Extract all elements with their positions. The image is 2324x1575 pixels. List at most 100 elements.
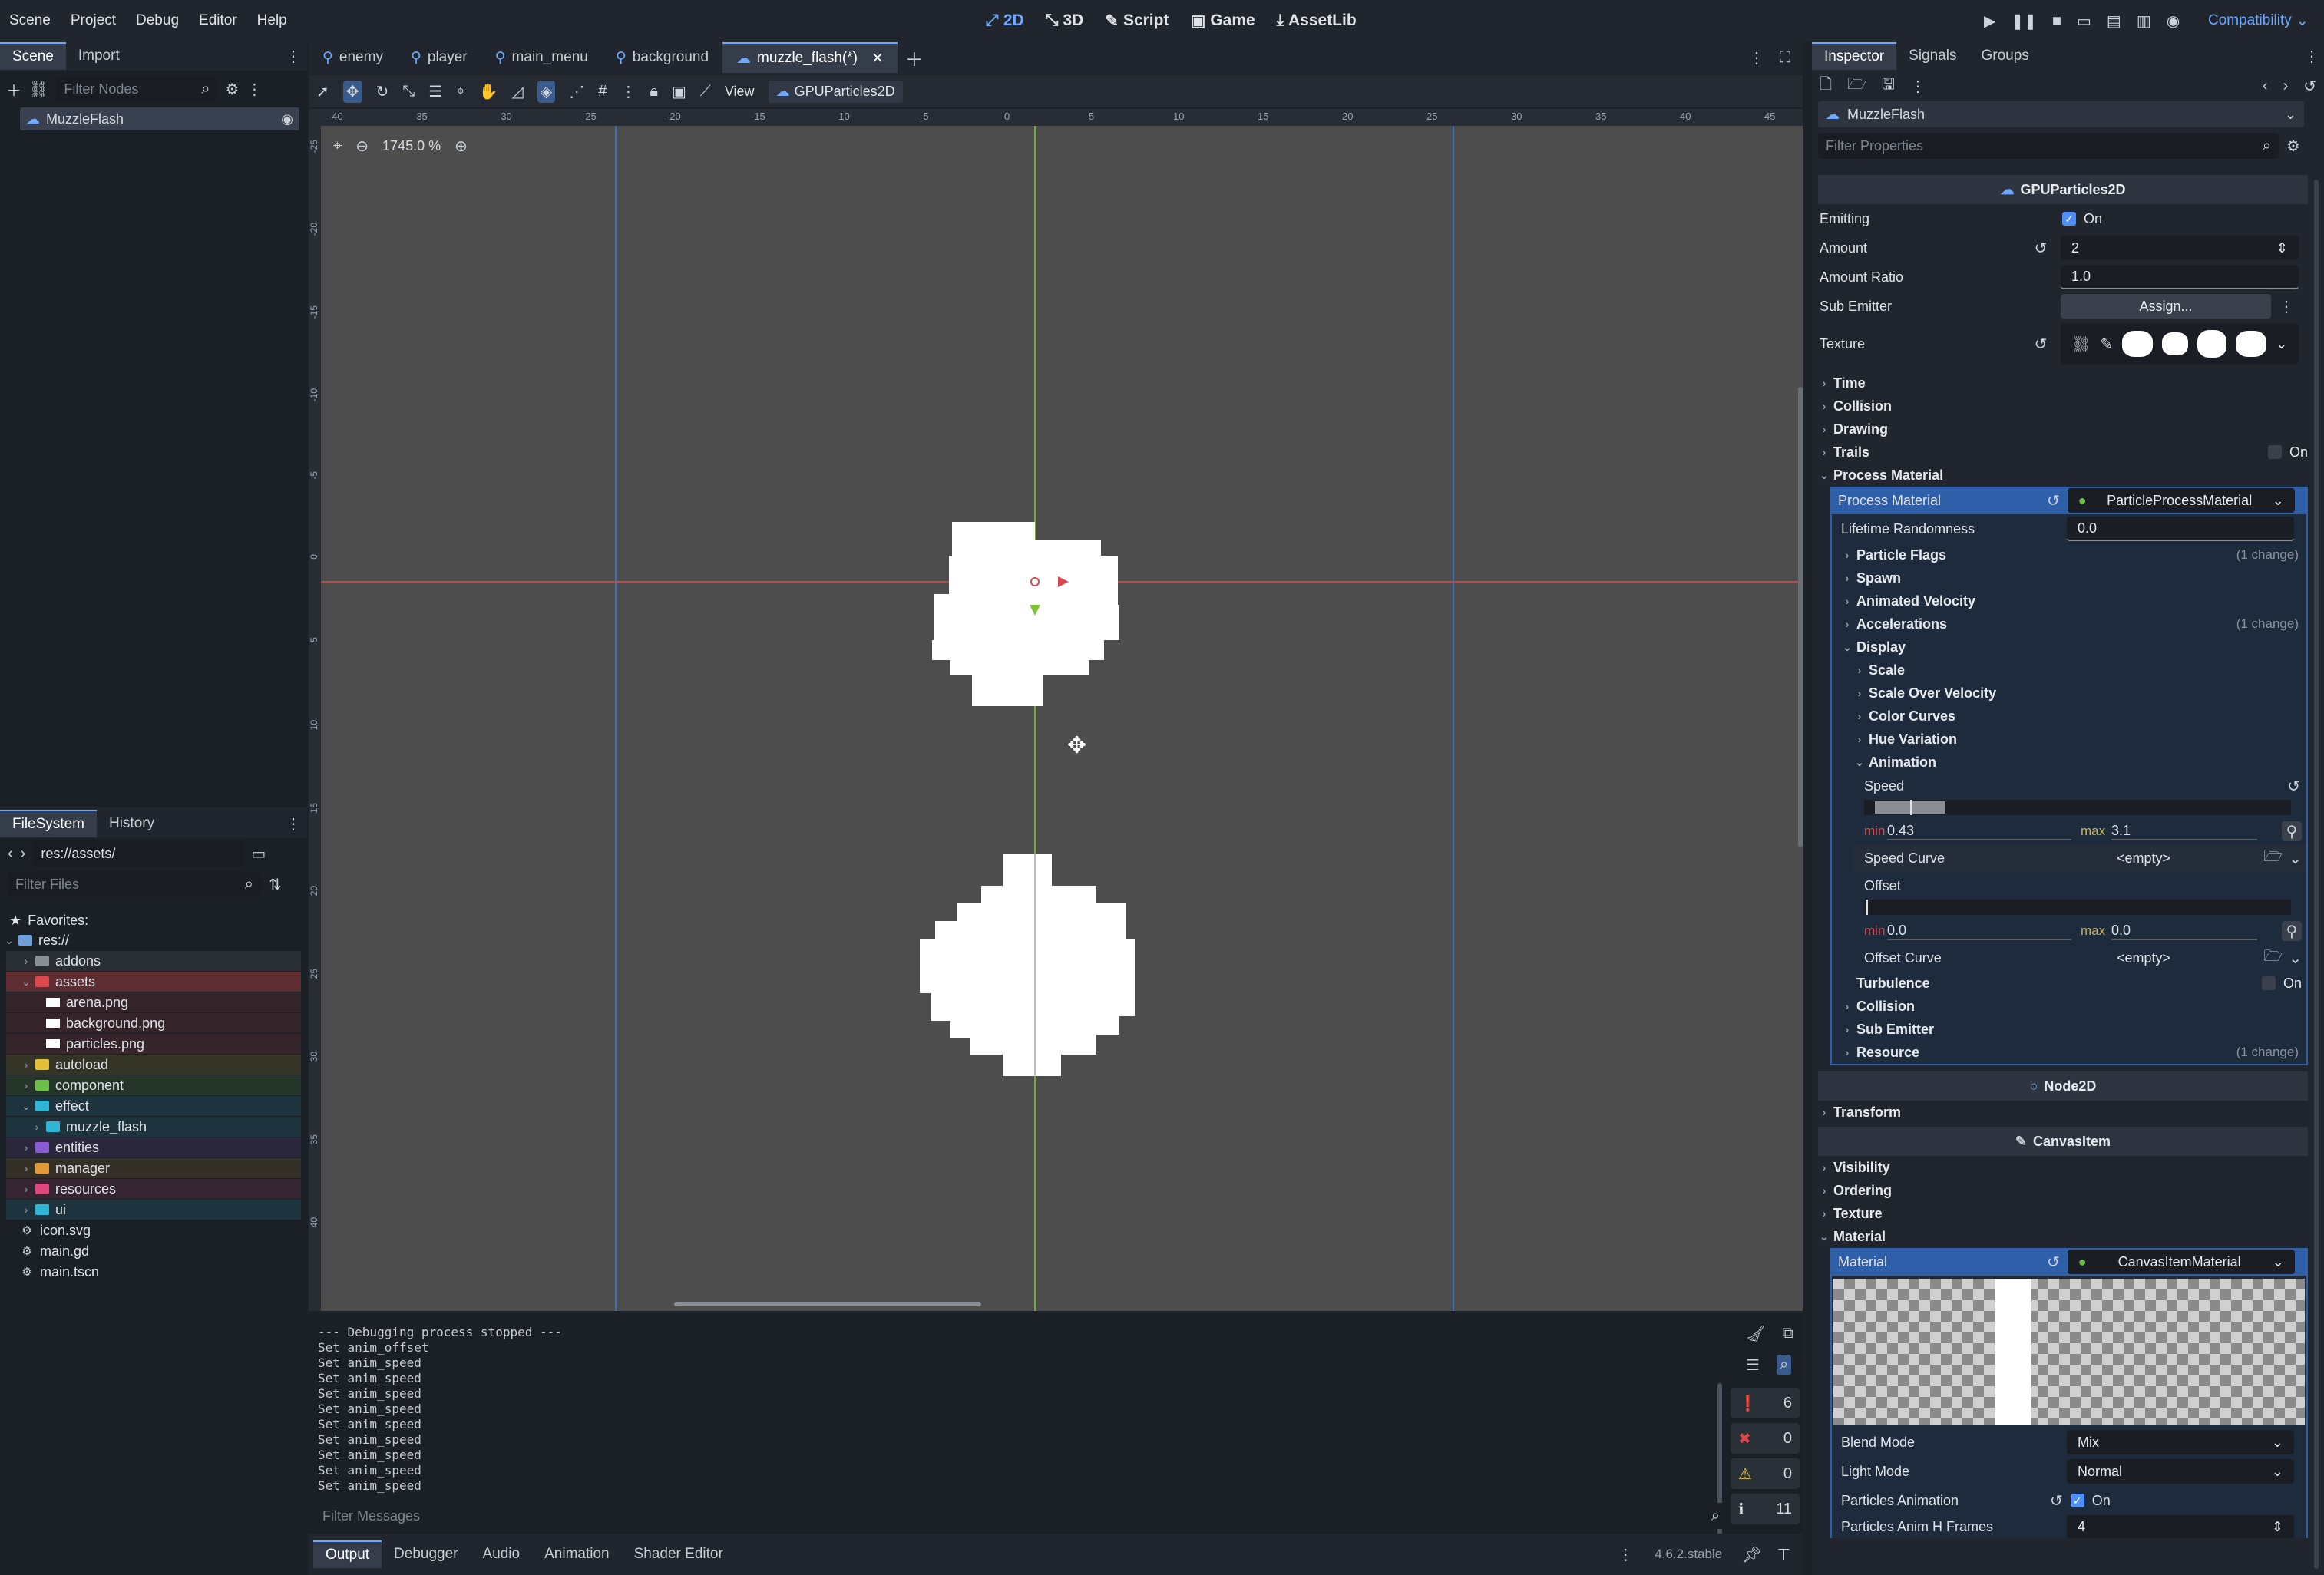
filter-properties-input[interactable]: Filter Properties ⌕: [1818, 133, 2279, 159]
history-forward-icon[interactable]: ›: [2283, 78, 2289, 95]
amount-spinbox[interactable]: 2 ⇕: [2061, 236, 2299, 260]
scene-tab[interactable]: ☁ muzzle_flash(*) ✕: [722, 42, 898, 73]
tab-scene[interactable]: Scene: [0, 42, 66, 70]
fs-item[interactable]: ⚙ icon.svg: [6, 1220, 301, 1240]
movie-maker-icon[interactable]: ◉: [2167, 12, 2180, 31]
back-icon[interactable]: ‹: [8, 845, 13, 863]
turbulence-checkbox[interactable]: On: [2261, 976, 2306, 992]
stop-icon[interactable]: ■: [2052, 12, 2061, 30]
inspector-scrollbar[interactable]: [2314, 180, 2319, 1569]
history-back-icon[interactable]: ‹: [2263, 78, 2268, 95]
offset-max-value[interactable]: 0.0: [2111, 923, 2257, 940]
offset-min-value[interactable]: 0.0: [1887, 923, 2071, 940]
copy-output-icon[interactable]: ⧉: [1782, 1325, 1793, 1342]
message-filter-log[interactable]: ❗ 6: [1731, 1388, 1800, 1418]
dock-menu-icon[interactable]: ⋮: [286, 47, 301, 66]
zoom-level[interactable]: 1745.0 %: [382, 138, 441, 154]
tab-import[interactable]: Import: [66, 42, 132, 70]
menu-editor[interactable]: Editor: [199, 12, 237, 29]
section-trails[interactable]: › Trails On: [1818, 441, 2308, 464]
speed-range-handle[interactable]: [1910, 800, 1912, 815]
view-menu[interactable]: View: [725, 84, 755, 100]
anim-h-spinbox[interactable]: 4 ⇕: [2067, 1515, 2294, 1538]
bone-icon[interactable]: ⟋: [700, 83, 711, 101]
inspector-section[interactable]: › Texture: [1818, 1202, 2308, 1225]
fs-item[interactable]: › resources: [6, 1179, 301, 1199]
fs-menu-icon[interactable]: ⋮: [286, 814, 301, 834]
object-selector[interactable]: ☁ MuzzleFlash ⌄: [1818, 101, 2304, 127]
fs-item[interactable]: ⚙ main.tscn: [6, 1262, 301, 1282]
zoom-in-icon[interactable]: ⊕: [455, 137, 468, 156]
bottom-tab[interactable]: Audio: [471, 1540, 533, 1568]
blend-mode-select[interactable]: Mix ⌄: [2067, 1430, 2294, 1454]
workspace-assetlib-button[interactable]: ⤓ AssetLib: [1277, 12, 1357, 30]
speed-range-bar[interactable]: [1864, 800, 2291, 815]
version-label[interactable]: 4.6.2.stable: [1655, 1547, 1722, 1562]
revert-icon[interactable]: ↺: [2287, 777, 2300, 796]
rotate-tool-icon[interactable]: ↻: [376, 82, 389, 101]
speed-min-value[interactable]: 0.43: [1887, 823, 2071, 840]
property-settings-icon[interactable]: ⚙: [2286, 137, 2300, 156]
chevron-right-icon[interactable]: ›: [31, 1121, 43, 1133]
bottom-tab[interactable]: Shader Editor: [622, 1540, 736, 1568]
fs-item[interactable]: › entities: [6, 1138, 301, 1157]
grid-snap-icon[interactable]: ⋰: [569, 82, 584, 101]
light-mode-select[interactable]: Normal ⌄: [2067, 1459, 2294, 1484]
fs-item[interactable]: ⌄ effect: [6, 1096, 301, 1116]
offset-link-icon[interactable]: ⚲: [2282, 921, 2302, 941]
pan-tool-icon[interactable]: ✋: [479, 82, 498, 101]
inspector-section[interactable]: › Spawn: [1832, 566, 2306, 589]
filter-files-input[interactable]: Filter Files ⌕: [8, 871, 261, 897]
inspector-section[interactable]: › Drawing: [1818, 418, 2308, 441]
center-view-icon[interactable]: ⌖: [333, 137, 342, 155]
attach-script-icon[interactable]: ⚙: [225, 80, 239, 99]
chevron-right-icon[interactable]: ›: [20, 1141, 32, 1154]
chevron-down-icon[interactable]: ⌄: [2289, 849, 2302, 868]
resource-menu-icon[interactable]: ⋮: [1910, 77, 1926, 96]
menu-debug[interactable]: Debug: [136, 12, 179, 29]
inspector-section[interactable]: › Time: [1818, 371, 2308, 395]
sub-emitter-menu-icon[interactable]: ⋮: [2279, 297, 2294, 316]
chevron-right-icon[interactable]: ›: [20, 955, 32, 967]
horizontal-scrollbar[interactable]: [674, 1302, 981, 1306]
lock-icon[interactable]: 🔒︎: [650, 83, 658, 101]
message-filter-warning[interactable]: ⚠ 0: [1731, 1458, 1800, 1489]
inspector-section[interactable]: › Visibility: [1818, 1156, 2308, 1179]
revert-icon[interactable]: ↺: [2047, 1253, 2060, 1272]
search-toggle-icon[interactable]: ⌕: [1776, 1354, 1792, 1375]
inspector-section[interactable]: › Animated Velocity: [1832, 589, 2306, 612]
grid-icon[interactable]: #: [598, 83, 607, 101]
section-transform[interactable]: › Transform: [1818, 1101, 2308, 1124]
scene-tab[interactable]: ⚲ enemy: [309, 42, 397, 73]
scene-menu-icon[interactable]: ⋮: [246, 80, 262, 99]
bottom-menu-icon[interactable]: ⋮: [1618, 1545, 1633, 1564]
inspector-section[interactable]: › Resource (1 change): [1832, 1041, 2306, 1064]
pivot-icon[interactable]: ⌖: [456, 83, 464, 101]
tab-history[interactable]: History: [97, 810, 167, 837]
canvas-viewport[interactable]: ⌖ ⊖ 1745.0 % ⊕ ✥: [321, 126, 1803, 1311]
play-icon[interactable]: ▶: [1984, 12, 1995, 31]
fs-item[interactable]: particles.png: [6, 1034, 301, 1054]
tab-groups[interactable]: Groups: [1969, 42, 2041, 70]
move-tool-icon[interactable]: ✥: [342, 80, 362, 103]
revert-icon[interactable]: ↺: [2033, 335, 2048, 354]
revert-icon[interactable]: ↺: [2033, 239, 2048, 258]
offset-range-bar[interactable]: [1864, 900, 2291, 915]
filter-lines-icon[interactable]: ☰: [1746, 1355, 1760, 1375]
inspector-section[interactable]: › Collision: [1832, 995, 2306, 1018]
tab-filesystem[interactable]: FileSystem: [0, 810, 97, 837]
pin-icon[interactable]: 📌︎: [1742, 1545, 1761, 1564]
inspector-section[interactable]: › Sub Emitter: [1832, 1018, 2306, 1041]
offset-range-handle[interactable]: [1866, 900, 1868, 915]
forward-icon[interactable]: ›: [21, 845, 26, 863]
sort-icon[interactable]: ⇅: [269, 875, 282, 894]
add-scene-tab-icon[interactable]: ＋: [905, 45, 924, 71]
workspace-game-button[interactable]: ▣ Game: [1190, 12, 1255, 31]
chevron-right-icon[interactable]: ›: [20, 1058, 32, 1071]
chevron-down-icon[interactable]: ⌄: [20, 976, 32, 989]
vertical-scrollbar[interactable]: [1798, 387, 1803, 847]
texture-preview[interactable]: ⛓ ✎ ⌄: [2061, 323, 2299, 365]
fs-item[interactable]: background.png: [6, 1013, 301, 1033]
inspector-menu-icon[interactable]: ⋮: [2304, 47, 2319, 66]
workspace-script-button[interactable]: ✎ Script: [1105, 12, 1169, 31]
